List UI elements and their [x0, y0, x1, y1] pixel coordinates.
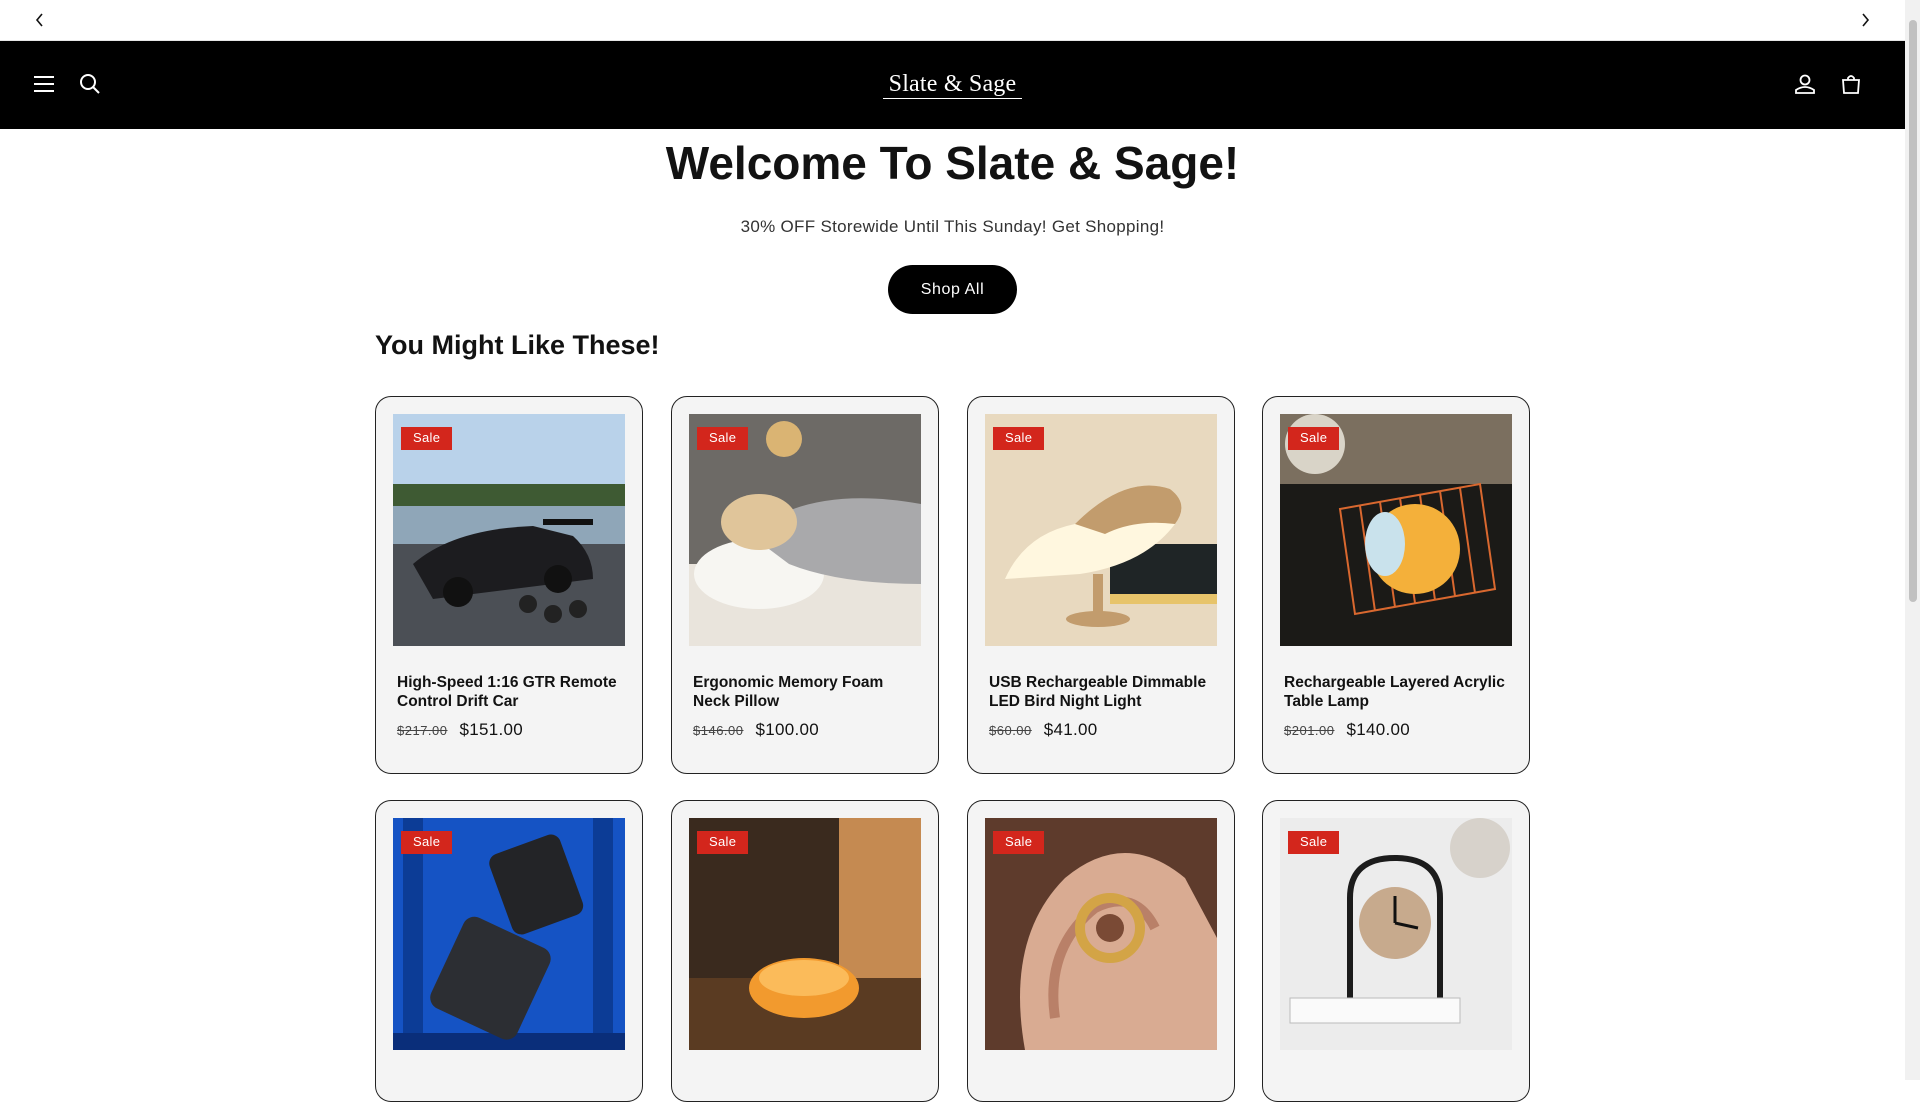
hero-subtitle: 30% OFF Storewide Until This Sunday! Get…: [740, 217, 1165, 236]
hero-title: Welcome To Slate & Sage!: [665, 137, 1240, 189]
product-title[interactable]: USB Rechargeable Dimmable LED Bird Night…: [989, 673, 1219, 711]
sale-badge: Sale: [1288, 831, 1340, 854]
product-prices: $201.00 $140.00: [1284, 720, 1410, 740]
product-card[interactable]: Sale: [967, 800, 1235, 1102]
section-title: You Might Like These!: [375, 330, 660, 360]
account-icon: [1795, 74, 1815, 94]
announcement-bar: [0, 0, 1905, 41]
store-logo[interactable]: Slate & Sage: [0, 71, 1905, 99]
product-image-desk-clock[interactable]: Sale: [1280, 818, 1512, 1050]
product-prices: $60.00 $41.00: [989, 720, 1098, 740]
product-compare-price: $146.00: [693, 723, 744, 738]
product-sale-price: $140.00: [1346, 720, 1411, 739]
sale-badge: Sale: [1288, 427, 1340, 450]
cart-button[interactable]: [1834, 67, 1868, 101]
product-image-glow-lamp[interactable]: Sale: [689, 818, 921, 1050]
product-sale-price: $151.00: [459, 720, 524, 739]
product-card[interactable]: Sale USB Rechargeable Dimmable LED Bird …: [967, 396, 1235, 774]
product-card[interactable]: Sale Ergonomic Memory Foam Neck Pillow $…: [671, 396, 939, 774]
product-image-acrylic-lamp[interactable]: Sale: [1280, 414, 1512, 646]
product-sale-price: $100.00: [755, 720, 820, 739]
sale-badge: Sale: [993, 427, 1045, 450]
chevron-right-icon: [1862, 13, 1870, 27]
shop-all-button[interactable]: Shop All: [888, 265, 1017, 314]
product-title[interactable]: Ergonomic Memory Foam Neck Pillow: [693, 673, 923, 711]
scrollbar-thumb[interactable]: [1909, 20, 1917, 602]
product-card[interactable]: Sale: [671, 800, 939, 1102]
product-card[interactable]: Sale Rechargeable Layered Acrylic Table …: [1262, 396, 1530, 774]
product-card[interactable]: Sale: [1262, 800, 1530, 1102]
product-title[interactable]: High-Speed 1:16 GTR Remote Control Drift…: [397, 673, 627, 711]
product-image-rc-car[interactable]: Sale: [393, 414, 625, 646]
product-image-mic-transmitter[interactable]: Sale: [393, 818, 625, 1050]
announcement-prev-button[interactable]: [30, 10, 50, 30]
sale-badge: Sale: [401, 831, 453, 854]
product-prices: $217.00 $151.00: [397, 720, 523, 740]
account-button[interactable]: [1788, 67, 1822, 101]
product-title[interactable]: Rechargeable Layered Acrylic Table Lamp: [1284, 673, 1514, 711]
product-image-pillow[interactable]: Sale: [689, 414, 921, 646]
cart-icon: [1842, 75, 1860, 94]
sale-badge: Sale: [697, 427, 749, 450]
product-image-bird-light[interactable]: Sale: [985, 414, 1217, 646]
store-logo-text[interactable]: Slate & Sage: [882, 71, 1023, 99]
page-scrollbar[interactable]: [1905, 0, 1920, 1080]
product-compare-price: $60.00: [989, 723, 1032, 738]
product-card[interactable]: Sale: [375, 800, 643, 1102]
chevron-left-icon: [35, 13, 43, 27]
sale-badge: Sale: [401, 427, 453, 450]
product-card[interactable]: Sale High-Speed 1:16 GTR Remote Control …: [375, 396, 643, 774]
product-prices: $146.00 $100.00: [693, 720, 819, 740]
sale-badge: Sale: [993, 831, 1045, 854]
announcement-next-button[interactable]: [1855, 10, 1875, 30]
product-compare-price: $217.00: [397, 723, 448, 738]
product-compare-price: $201.00: [1284, 723, 1335, 738]
product-image-ear-cuff[interactable]: Sale: [985, 818, 1217, 1050]
site-header: Slate & Sage: [0, 41, 1905, 129]
product-sale-price: $41.00: [1043, 720, 1098, 739]
sale-badge: Sale: [697, 831, 749, 854]
